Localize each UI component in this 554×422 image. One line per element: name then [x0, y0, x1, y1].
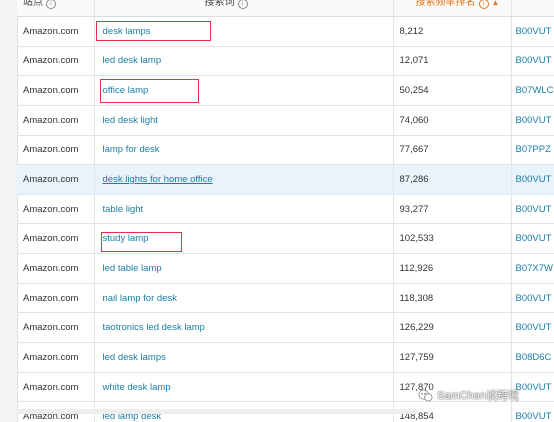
- asin-link[interactable]: B00VUT: [511, 223, 554, 255]
- info-icon[interactable]: i: [237, 0, 248, 9]
- market-cell: Amazon.com: [17, 223, 95, 255]
- search-term-link[interactable]: lamp for desk: [94, 135, 394, 166]
- search-term-link[interactable]: study lamp: [94, 223, 394, 255]
- search-rank-cell: 126,229: [393, 312, 512, 344]
- market-cell: Amazon.com: [17, 372, 95, 403]
- search-rank-cell: 12,071: [393, 46, 512, 77]
- watermark: SamChen谈跨境: [418, 384, 519, 406]
- asin-link[interactable]: B00VUT: [511, 16, 554, 47]
- market-cell: Amazon.com: [17, 75, 95, 106]
- table-row: Amazon.com nail lamp for desk 118,308 B0…: [17, 283, 554, 314]
- column-header-search-rank-label: 搜索频率排名: [415, 0, 476, 8]
- table-row: Amazon.com lamp for desk 77,667 B07PPZ: [17, 135, 554, 166]
- search-term-link[interactable]: led desk lamps: [94, 342, 394, 373]
- column-header-market-label: 站点: [23, 0, 43, 8]
- market-cell: Amazon.com: [17, 253, 95, 284]
- table-row: Amazon.com led desk light 74,060 B00VUT: [17, 105, 554, 136]
- search-term-link[interactable]: desk lights for home office: [94, 164, 394, 195]
- asin-link[interactable]: B07X7W: [511, 253, 554, 284]
- search-term-link[interactable]: desk lamps: [94, 16, 394, 47]
- market-cell: Amazon.com: [17, 164, 95, 195]
- market-cell: Amazon.com: [17, 194, 95, 225]
- search-term-link[interactable]: nail lamp for desk: [94, 283, 394, 314]
- search-rank-cell: 93,277: [393, 194, 512, 225]
- search-term-link[interactable]: table light: [94, 194, 394, 225]
- market-cell: Amazon.com: [17, 312, 95, 344]
- info-icon[interactable]: i: [478, 0, 489, 9]
- market-cell: Amazon.com: [17, 46, 95, 77]
- search-term-link[interactable]: office lamp: [94, 75, 394, 106]
- table-row: Amazon.com led desk lamp 12,071 B00VUT: [17, 46, 554, 77]
- chat-bubble-icon: [418, 389, 433, 401]
- table-row: Amazon.com table light 93,277 B00VUT: [17, 194, 554, 225]
- sort-ascending-icon[interactable]: ▲: [492, 0, 500, 7]
- search-rank-cell: 102,533: [393, 223, 512, 255]
- asin-link[interactable]: B00VUT: [511, 312, 554, 344]
- column-header-search-term[interactable]: 搜索词 i: [94, 0, 394, 17]
- asin-link[interactable]: B00VUT: [511, 105, 554, 136]
- asin-link[interactable]: B00VUT: [511, 194, 554, 225]
- search-rank-cell: 112,926: [393, 253, 512, 284]
- search-rank-cell: 127,759: [393, 342, 512, 373]
- market-cell: Amazon.com: [17, 342, 95, 373]
- search-term-link[interactable]: led table lamp: [94, 253, 394, 284]
- asin-link[interactable]: B00VUT: [511, 46, 554, 77]
- info-icon[interactable]: i: [46, 0, 56, 9]
- search-term-link[interactable]: white desk lamp: [94, 372, 394, 403]
- table-row: Amazon.com led table lamp 112,926 B07X7W: [17, 253, 554, 284]
- search-rank-cell: 77,667: [393, 135, 512, 166]
- asin-link[interactable]: B00VUT: [511, 283, 554, 314]
- search-rank-cell: 50,254: [393, 75, 512, 106]
- asin-link[interactable]: B00VUT: [511, 164, 554, 195]
- search-term-link[interactable]: taotronics led desk lamp: [94, 312, 394, 344]
- market-cell: Amazon.com: [17, 135, 95, 166]
- search-terms-table: 站点 i 搜索词 i 搜索频率排名 i ▲ Amazon.com desk lamps …: [17, 0, 554, 422]
- search-rank-cell: 118,308: [393, 283, 512, 314]
- search-rank-cell: 74,060: [393, 105, 512, 136]
- search-rank-cell: 87,286: [393, 164, 512, 195]
- asin-link[interactable]: B07WLC: [511, 75, 554, 106]
- table-row: Amazon.com study lamp 102,533 B00VUT: [17, 223, 554, 255]
- market-cell: Amazon.com: [17, 105, 95, 136]
- left-gutter: [0, 0, 18, 422]
- search-term-link[interactable]: led desk light: [94, 105, 394, 136]
- column-header-asin[interactable]: [511, 0, 554, 17]
- search-term-link[interactable]: led desk lamp: [94, 46, 394, 77]
- market-cell: Amazon.com: [17, 283, 95, 314]
- table-header-row: 站点 i 搜索词 i 搜索频率排名 i ▲: [17, 0, 554, 17]
- table-row-hovered: Amazon.com desk lights for home office 8…: [17, 164, 554, 195]
- table-row: Amazon.com taotronics led desk lamp 126,…: [17, 312, 554, 344]
- table-row: Amazon.com desk lamps 8,212 B00VUT: [17, 16, 554, 47]
- market-cell: Amazon.com: [17, 16, 95, 47]
- asin-link[interactable]: B08D6C: [511, 342, 554, 373]
- column-header-market[interactable]: 站点 i: [17, 0, 95, 17]
- column-header-search-rank[interactable]: 搜索频率排名 i ▲: [393, 0, 512, 17]
- horizontal-scrollbar[interactable]: [17, 409, 417, 414]
- column-header-search-term-label: 搜索词: [204, 0, 235, 8]
- watermark-text: SamChen谈跨境: [437, 390, 519, 402]
- search-rank-cell: 8,212: [393, 16, 512, 47]
- table-row: Amazon.com led desk lamps 127,759 B08D6C: [17, 342, 554, 373]
- asin-link[interactable]: B07PPZ: [511, 135, 554, 166]
- table-row: Amazon.com office lamp 50,254 B07WLC: [17, 75, 554, 106]
